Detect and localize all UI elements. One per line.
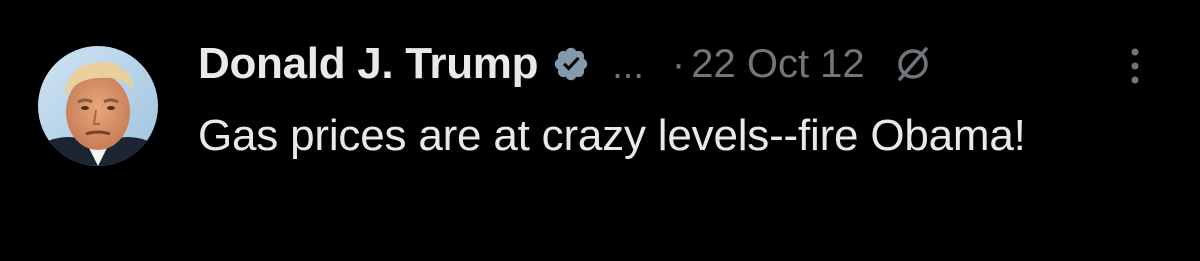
author-display-name[interactable]: Donald J. Trump (198, 39, 539, 89)
verified-badge-icon[interactable] (552, 45, 590, 83)
tweet-header: Donald J. Trump ... · 22 Oct 12 (198, 34, 933, 94)
tweet[interactable]: Donald J. Trump ... · 22 Oct 12 Gas pric… (0, 0, 1200, 261)
author-handle[interactable]: ... (612, 45, 644, 88)
vertical-ellipsis-icon[interactable] (1126, 44, 1144, 88)
avatar-image (38, 46, 158, 166)
tweet-timestamp[interactable]: 22 Oct 12 (691, 42, 864, 87)
avatar[interactable] (38, 46, 158, 166)
tweet-text: Gas prices are at crazy levels--fire Oba… (198, 111, 1026, 160)
slashed-circle-icon[interactable] (893, 44, 933, 84)
separator-dot: · (671, 41, 686, 86)
